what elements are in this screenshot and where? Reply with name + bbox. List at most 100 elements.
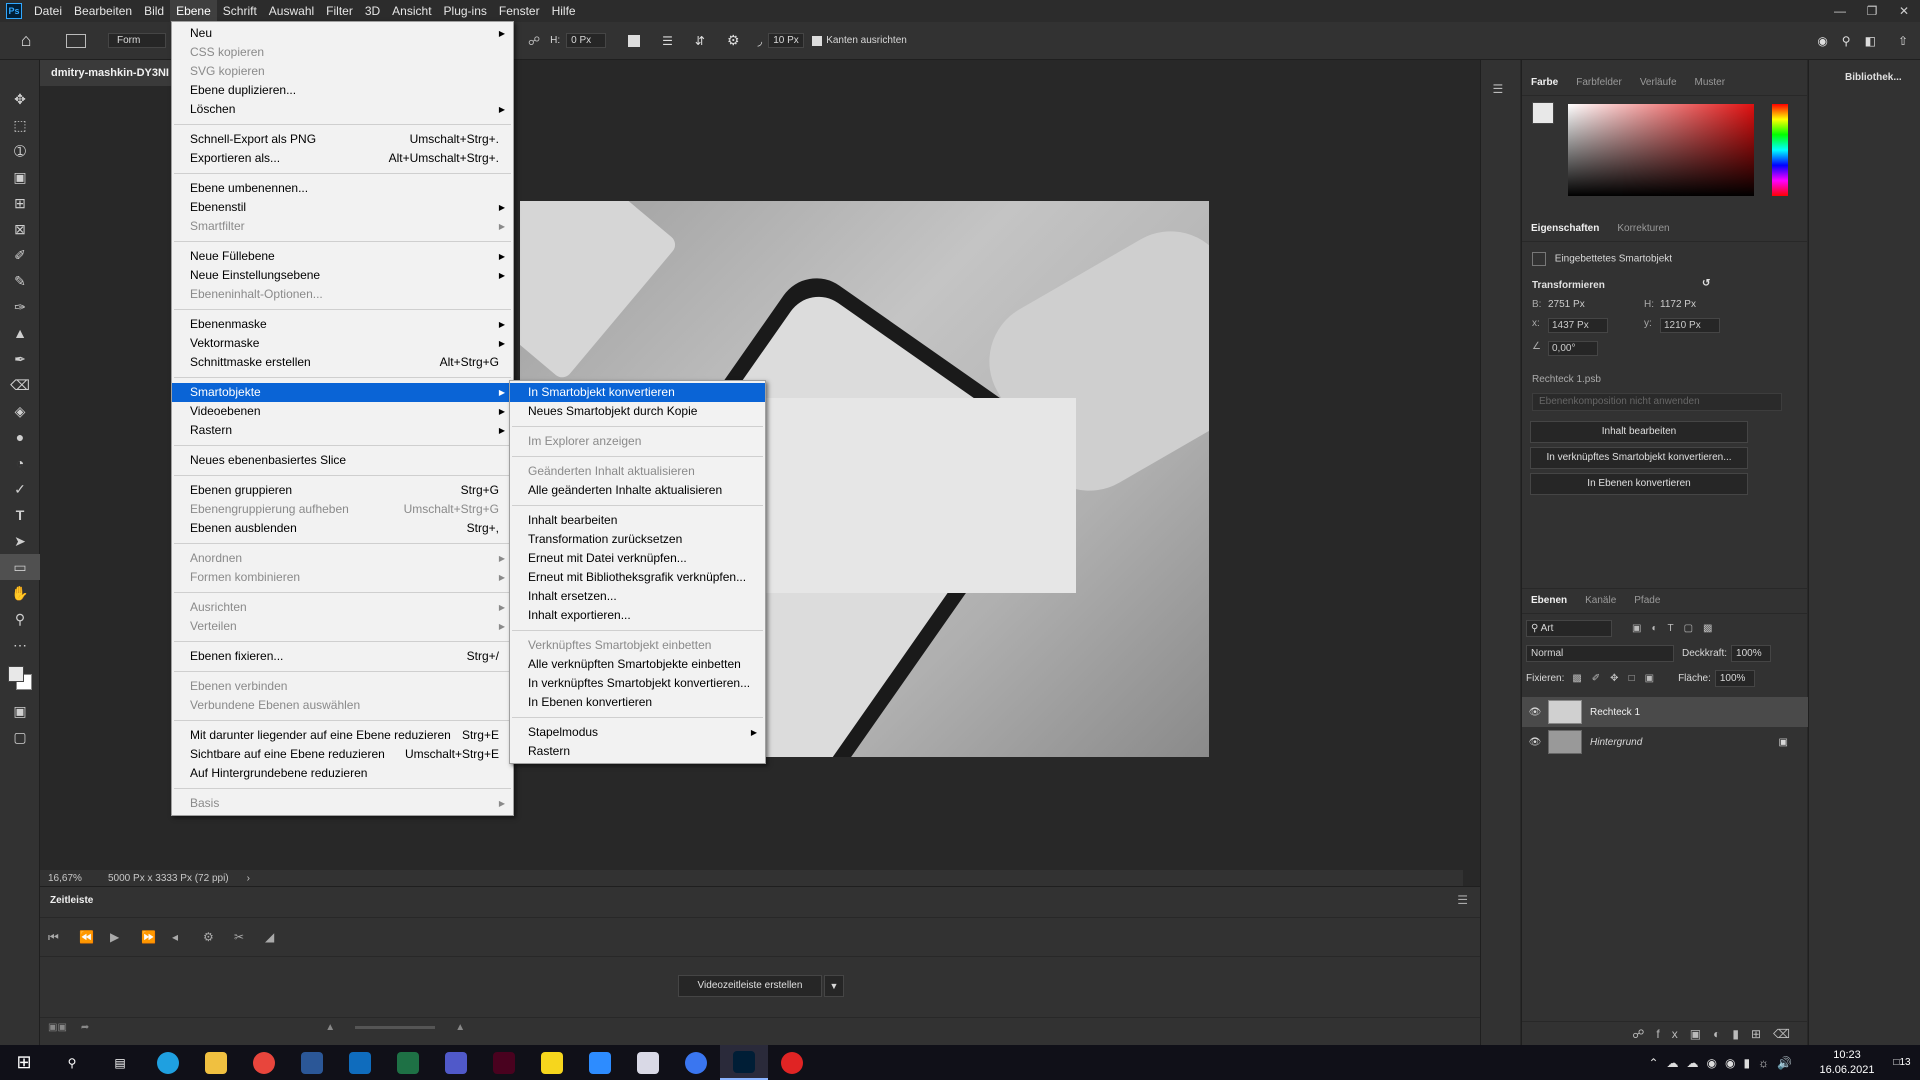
layer-name[interactable]: Rechteck 1 <box>1590 707 1640 718</box>
path-align-icon[interactable]: ☰ <box>662 34 673 48</box>
blur-tool-icon[interactable]: ● <box>0 424 40 450</box>
ebene-menu-item[interactable]: Exportieren als... Alt+Umschalt+Strg+. <box>172 149 513 168</box>
home-icon[interactable]: ⌂ <box>8 30 44 51</box>
smart-menu-item[interactable]: Alle geänderten Inhalte aktualisieren <box>510 481 765 500</box>
path-select-tool-icon[interactable]: ➤ <box>0 528 40 554</box>
status-menu-arrow-icon[interactable]: › <box>247 873 250 884</box>
ebene-menu-item[interactable]: Ebenenmaske ▶ <box>172 315 513 334</box>
history-brush-tool-icon[interactable]: ✒ <box>0 346 40 372</box>
edge-app-icon[interactable] <box>144 1045 192 1080</box>
brush-tool-icon[interactable]: ✑ <box>0 294 40 320</box>
crop-tool-icon[interactable]: ⊞ <box>0 190 40 216</box>
outlook-app-icon[interactable] <box>336 1045 384 1080</box>
ebene-menu-item[interactable]: Ebenen gruppieren Strg+G <box>172 481 513 500</box>
radius-input[interactable]: 10 Px <box>768 33 805 48</box>
layer-comp-select[interactable]: Ebenenkomposition nicht anwenden <box>1532 393 1782 411</box>
tab-pfade[interactable]: Pfade <box>1625 588 1669 614</box>
marquee-tool-icon[interactable]: ⬚ <box>0 112 40 138</box>
share-icon[interactable]: ⇧ <box>1898 34 1908 48</box>
smart-menu-item[interactable]: Transformation zurücksetzen <box>510 530 765 549</box>
dodge-tool-icon[interactable]: ◔ <box>0 450 40 476</box>
smart-menu-item[interactable]: Erneut mit Bibliotheksgrafik verknüpfen.… <box>510 568 765 587</box>
trash-icon[interactable]: ⌫ <box>1773 1027 1802 1041</box>
more-tools-icon[interactable]: ⋯ <box>0 632 40 658</box>
eye-icon[interactable]: 👁 <box>1522 737 1548 748</box>
history-panel-icon[interactable]: ☰ <box>1493 82 1509 96</box>
type-tool-icon[interactable]: T <box>0 502 40 528</box>
ebene-menu-item[interactable]: Neue Füllebene ▶ <box>172 247 513 266</box>
paint-bucket-tool-icon[interactable]: ◈ <box>0 398 40 424</box>
tab-farbfelder[interactable]: Farbfelder <box>1567 70 1631 96</box>
ebene-menu-item[interactable]: Schnell-Export als PNG Umschalt+Strg+. <box>172 130 513 149</box>
x-input[interactable]: 1437 Px <box>1548 318 1608 333</box>
smart-menu-item[interactable]: Neues Smartobjekt durch Kopie <box>510 402 765 421</box>
quick-mask-icon[interactable]: ▣ <box>0 698 40 724</box>
object-select-tool-icon[interactable]: ▣ <box>0 164 40 190</box>
explorer-app-icon[interactable] <box>192 1045 240 1080</box>
prev-frame-icon[interactable]: ⏪ <box>79 930 110 944</box>
excel-app-icon[interactable] <box>384 1045 432 1080</box>
tab-ebenen[interactable]: Ebenen <box>1522 588 1576 614</box>
rectangle-tool-icon[interactable]: ▭ <box>0 554 40 580</box>
hue-slider[interactable] <box>1772 104 1788 196</box>
eye-icon[interactable]: 👁 <box>1522 707 1548 718</box>
angle-input[interactable]: 0,00° <box>1548 341 1598 356</box>
path-arrange-icon[interactable]: ⇵ <box>695 34 705 48</box>
first-frame-icon[interactable]: ⏮ <box>48 930 79 945</box>
hand-tool-icon[interactable]: ✋ <box>0 580 40 606</box>
frame-tool-icon[interactable]: ⊠ <box>0 216 40 242</box>
zoom-in-mountain-icon[interactable]: ▲ <box>455 1022 465 1033</box>
transition-icon[interactable]: ◢ <box>265 930 296 944</box>
smart-menu-item[interactable]: Stapelmodus ▶ <box>510 723 765 742</box>
menu-schrift[interactable]: Schrift <box>217 0 263 22</box>
settings-icon[interactable]: ⚙ <box>203 930 234 944</box>
fx-icon[interactable]: fx <box>1656 1027 1689 1041</box>
timeline-menu-icon[interactable]: ☰ <box>1457 893 1468 907</box>
signal-app-icon[interactable] <box>672 1045 720 1080</box>
width-value[interactable]: 2751 Px <box>1548 299 1644 310</box>
word-app-icon[interactable] <box>288 1045 336 1080</box>
recorder-app-icon[interactable] <box>768 1045 816 1080</box>
menu-plugins[interactable]: Plug-ins <box>438 0 493 22</box>
ebene-menu-item[interactable]: Ebenen fixieren... Strg+/ <box>172 647 513 666</box>
healing-tool-icon[interactable]: ✎ <box>0 268 40 294</box>
smart-menu-item[interactable]: Inhalt ersetzen... <box>510 587 765 606</box>
restore-icon[interactable]: ❐ <box>1856 0 1888 22</box>
opacity-input[interactable]: 100% <box>1731 645 1772 662</box>
link-icon[interactable]: ☍ <box>528 34 540 48</box>
menu-hilfe[interactable]: Hilfe <box>546 0 582 22</box>
minimize-icon[interactable]: — <box>1824 0 1856 22</box>
link-layers-icon[interactable]: ☍ <box>1632 1027 1656 1041</box>
y-input[interactable]: 1210 Px <box>1660 318 1720 333</box>
fg-color-swatch[interactable] <box>1532 102 1554 124</box>
notification-icon[interactable]: □13 <box>1884 1057 1920 1068</box>
play-icon[interactable]: ▶ <box>110 930 141 944</box>
ebene-menu-item[interactable]: Smartobjekte ▶ <box>172 383 513 402</box>
smart-menu-item[interactable]: Erneut mit Datei verknüpfen... <box>510 549 765 568</box>
zoom-level[interactable]: 16,67% <box>40 873 100 884</box>
ebene-menu-item[interactable]: Ebenen ausblenden Strg+, <box>172 519 513 538</box>
height-input[interactable]: 0 Px <box>566 33 607 48</box>
pen-tool-icon[interactable]: ✓ <box>0 476 40 502</box>
zoom-tool-icon[interactable]: ⚲ <box>0 606 40 632</box>
ebene-menu-item[interactable]: Neue Einstellungsebene ▶ <box>172 266 513 285</box>
libraries-button[interactable]: Bibliothek... <box>1809 60 1920 83</box>
smart-menu-item[interactable]: Inhalt bearbeiten <box>510 511 765 530</box>
zoom-out-mountain-icon[interactable]: ▲ <box>325 1022 335 1033</box>
tab-kanaele[interactable]: Kanäle <box>1576 588 1625 614</box>
eraser-tool-icon[interactable]: ⌫ <box>0 372 40 398</box>
smart-menu-item[interactable]: Rastern <box>510 742 765 761</box>
split-icon[interactable]: ✂ <box>234 930 265 944</box>
indesign-app-icon[interactable] <box>480 1045 528 1080</box>
search-icon[interactable]: ⚲ <box>1842 34 1851 48</box>
audio-icon[interactable]: ◂ <box>172 930 203 944</box>
lasso-tool-icon[interactable]: ➀ <box>0 138 40 164</box>
photoshop-logo-icon[interactable]: Ps <box>6 3 22 19</box>
windows-start-icon[interactable]: ⊞ <box>0 1045 48 1080</box>
eyedropper-tool-icon[interactable]: ✐ <box>0 242 40 268</box>
task-view-icon[interactable]: ▤ <box>96 1045 144 1080</box>
close-icon[interactable]: ✕ <box>1888 0 1920 22</box>
menu-datei[interactable]: Datei <box>28 0 68 22</box>
color-field[interactable] <box>1568 104 1754 196</box>
chrome-app-icon[interactable] <box>240 1045 288 1080</box>
